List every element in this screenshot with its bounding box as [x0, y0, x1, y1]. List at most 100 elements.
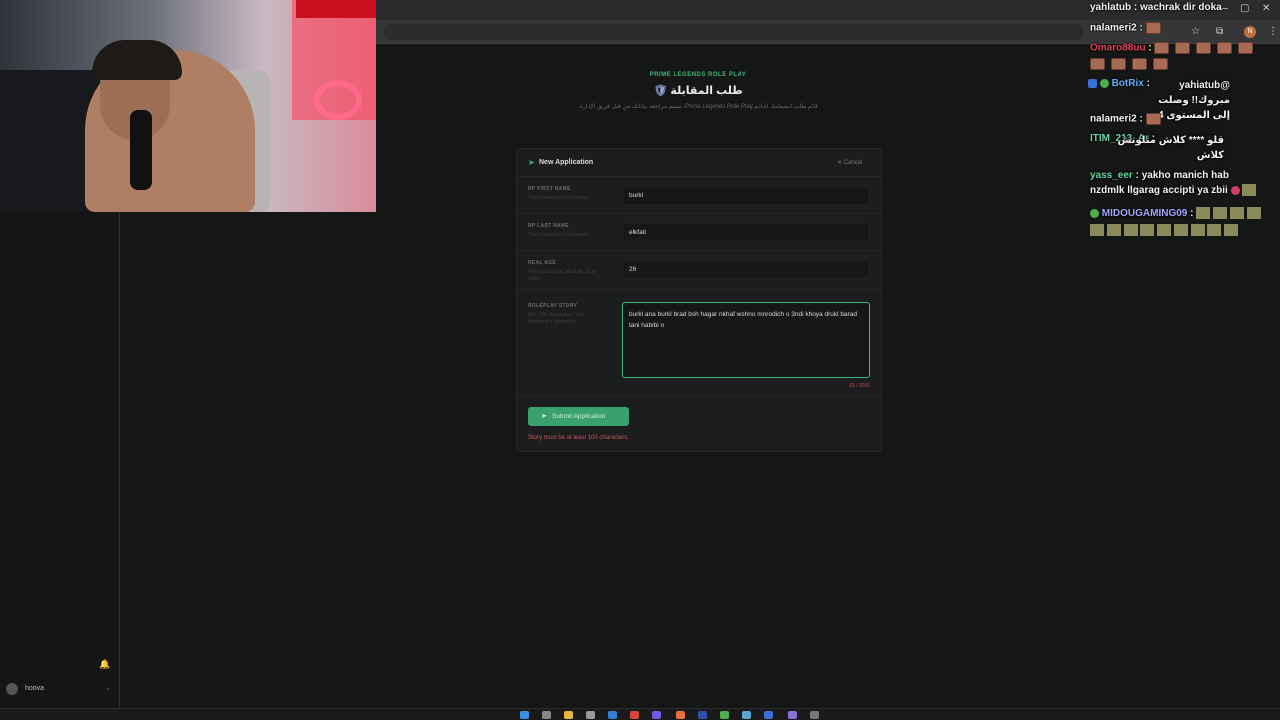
divider [517, 213, 881, 214]
chat-message: nalameri2 : [1090, 113, 1167, 125]
emote-icon [1207, 224, 1222, 237]
app-icon[interactable] [764, 711, 773, 719]
user-avatar [6, 683, 18, 695]
sidebar-user-menu[interactable] [0, 678, 120, 700]
webcam-overlay [0, 0, 376, 212]
shield-icon: 🛡 [653, 85, 671, 97]
steam-icon[interactable] [742, 711, 751, 719]
emote-icon [1229, 207, 1244, 220]
search-icon[interactable] [542, 711, 551, 719]
emote-icon [1242, 184, 1257, 197]
sidebar-username: hoova [25, 685, 45, 692]
app-sidebar [0, 212, 120, 708]
chevron-down-icon[interactable]: ⌄ [105, 684, 111, 692]
page-subtitle: قدّم طلب انضمامك لخادم Prime Legends Rol… [578, 104, 818, 110]
emote-icon [1190, 224, 1205, 237]
menu-dots-icon[interactable]: ⋮ [1268, 26, 1278, 37]
age-hint: Your actual age. Must be 16 or older. [528, 269, 596, 282]
chat-message: MIDOUGAMING09 : [1090, 205, 1266, 239]
cancel-button[interactable]: ✕ Cancel [837, 159, 862, 166]
extensions-icon[interactable]: ⧉ [1216, 26, 1223, 37]
bookmark-star-icon[interactable]: ☆ [1191, 26, 1200, 37]
webcam-streamer-hair [92, 40, 182, 80]
chat-username: yass_eer [1090, 170, 1133, 181]
chat-text: قلو **** كلاش متلوتش كلاش [1117, 135, 1224, 161]
emote-icon [1196, 207, 1211, 220]
emote-icon [1157, 224, 1172, 237]
story-textarea[interactable]: burkl ana burkl brad bsh hagar nkhaf wsh… [622, 302, 870, 378]
chat-text-arabic: قلو **** كلاش متلوتش كلاش [1088, 133, 1224, 163]
emote-icon [1175, 42, 1191, 54]
emote-icon [1111, 58, 1126, 70]
app-icon[interactable] [586, 711, 595, 719]
webcam-ceiling-light [296, 0, 376, 18]
chat-username: yahlatub [1090, 2, 1132, 13]
chat-username: nalameri2 [1090, 113, 1137, 125]
divider [517, 250, 881, 251]
divider [517, 176, 881, 177]
app-icon[interactable] [720, 711, 729, 719]
discord-icon[interactable] [652, 711, 661, 719]
first-name-hint: Your character's first name [528, 195, 588, 201]
emote-icon [1132, 58, 1147, 70]
page-title-text: طلب المقابلة [670, 85, 743, 97]
app-icon[interactable] [630, 711, 639, 719]
emote-icon [1154, 42, 1170, 54]
send-icon: ➤ [541, 413, 547, 420]
chat-message-continued [1090, 58, 1174, 70]
browser-edge-icon[interactable] [608, 711, 617, 719]
emote-icon [1213, 207, 1228, 220]
verified-badge-icon [1090, 208, 1099, 218]
story-label: ROLEPLAY STORY [528, 303, 578, 309]
chrome-icon[interactable] [676, 711, 685, 719]
emote-icon [1173, 224, 1188, 237]
story-char-counter: 89 / 3000 [849, 383, 870, 389]
webcam-pool-float [314, 80, 362, 120]
emote-icon [1224, 224, 1239, 237]
chat-username: MIDOUGAMING09 [1101, 208, 1188, 219]
last-name-label: RP LAST NAME [528, 223, 570, 229]
emote-icon [1090, 58, 1105, 70]
emote-icon [1217, 42, 1233, 54]
first-name-input[interactable]: burkl [622, 186, 869, 205]
emote-icon [1140, 224, 1155, 237]
emote-icon [1246, 207, 1261, 220]
windows-start-icon[interactable] [520, 711, 529, 719]
webcam-microphone [130, 110, 152, 190]
emote-icon [1123, 224, 1138, 237]
page-title: 🛡 طلب المقابلة [560, 84, 836, 97]
os-taskbar [0, 708, 1280, 720]
address-input[interactable] [384, 24, 1084, 40]
chat-username: Omaro88uu [1090, 42, 1146, 54]
emote-icon [1090, 224, 1104, 237]
notification-bell-icon[interactable]: 🔔 [99, 659, 110, 670]
send-icon: ➤ [528, 158, 535, 167]
divider [517, 396, 881, 397]
emote-icon [1153, 58, 1168, 70]
emote-icon [1145, 22, 1161, 34]
age-label: REAL AGE [528, 260, 556, 266]
obs-icon[interactable] [810, 711, 819, 719]
app-icon[interactable] [788, 711, 797, 719]
chat-message: yass_eer : yakho manich hab nzdmlk llgar… [1090, 168, 1266, 198]
maximize-icon[interactable]: ▢ [1240, 3, 1249, 14]
story-hint: Min. 100 characters. Your character's ba… [528, 312, 585, 325]
close-icon[interactable]: ✕ [1262, 3, 1270, 14]
emote-icon [1238, 42, 1254, 54]
emote-icon [1196, 42, 1212, 54]
first-name-label: RP FIRST NAME [528, 186, 571, 192]
emote-icon [1106, 224, 1121, 237]
age-input[interactable]: 26 [622, 260, 869, 279]
chat-text: wachrak dir doka [1140, 2, 1222, 13]
emote-icon [1230, 185, 1240, 195]
photoshop-icon[interactable] [698, 711, 707, 719]
validation-error: Story must be at least 100 characters. [528, 435, 630, 441]
folder-icon[interactable] [564, 711, 573, 719]
page-kicker: PRIME LEGENDS ROLE PLAY [649, 72, 747, 78]
chat-username: nalameri2 [1090, 22, 1137, 34]
submit-button-label: Submit Application [552, 413, 606, 420]
emote-icon [1145, 113, 1161, 125]
profile-avatar[interactable]: N [1244, 26, 1256, 38]
last-name-input[interactable]: elkfati [622, 223, 869, 242]
divider [517, 289, 881, 290]
